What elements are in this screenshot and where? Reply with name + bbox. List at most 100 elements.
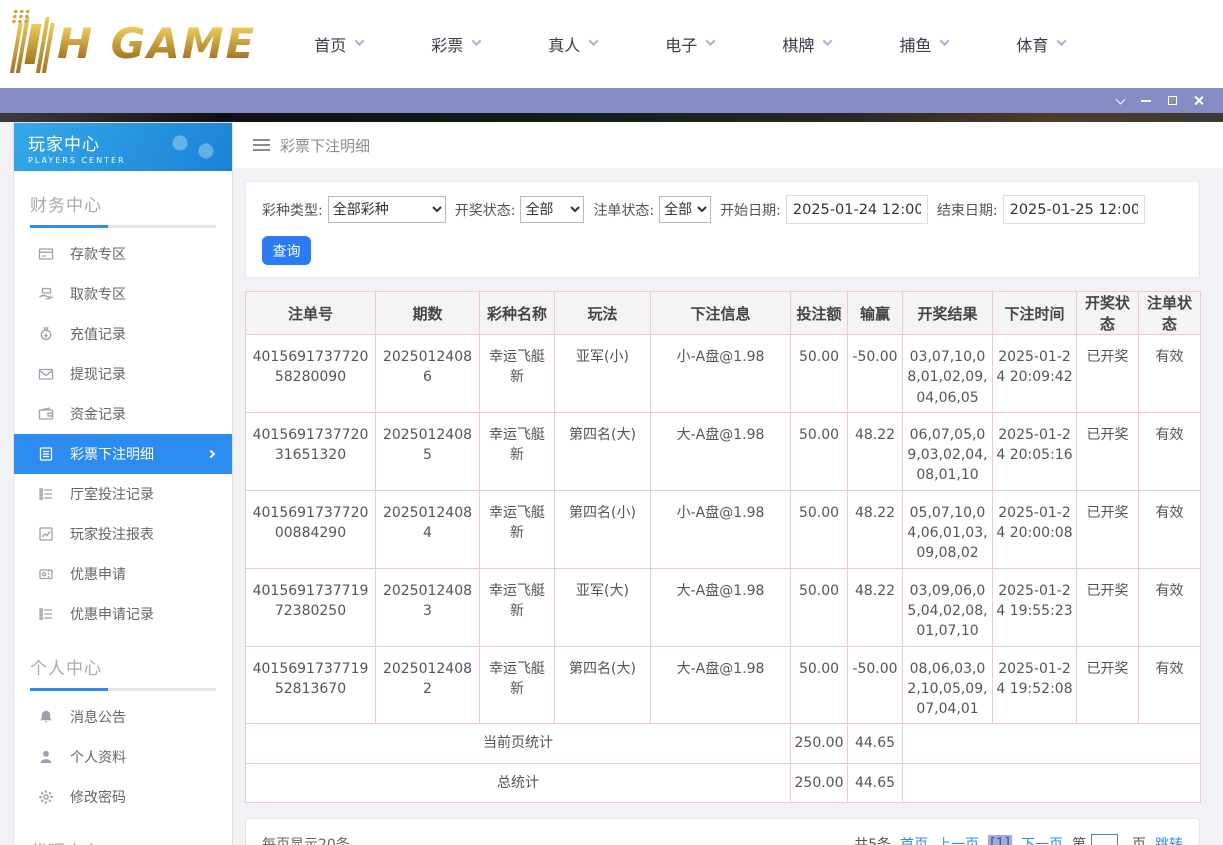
sidebar-item-player-report[interactable]: 玩家投注报表 bbox=[14, 514, 232, 554]
order-status-select[interactable]: 全部 bbox=[659, 196, 712, 223]
window-minimize-icon[interactable] bbox=[1133, 91, 1159, 111]
table-row: 401569173772000884290 20250124084 幸运飞艇新 第四名… bbox=[245, 489, 1201, 569]
table-cell: 20250124086 bbox=[375, 334, 480, 413]
sidebar-section: 财务中心 存款专区 取款专区 充值记录 提现记录 资金记录 彩票下注明细 厅室投注记录 玩家投注… bbox=[14, 191, 232, 634]
end-date-input[interactable] bbox=[1002, 195, 1145, 224]
column-header-3: 玩法 bbox=[554, 291, 651, 335]
start-date-input[interactable] bbox=[785, 195, 928, 224]
first-page-link[interactable]: 首页 bbox=[900, 834, 928, 845]
sidebar-item-funds-record[interactable]: 资金记录 bbox=[14, 394, 232, 434]
sidebar-item-promo-apply[interactable]: 优惠申请 bbox=[14, 554, 232, 594]
table-cell: 48.22 bbox=[847, 567, 903, 647]
sidebar-item-profile[interactable]: 个人资料 bbox=[14, 737, 232, 777]
sidebar-item-label: 彩票下注明细 bbox=[70, 447, 154, 463]
table-row: 401569173772058280090 20250124086 幸运飞艇新 亚军(… bbox=[245, 334, 1201, 413]
sidebar-item-hall-bet-record[interactable]: 厅室投注记录 bbox=[14, 474, 232, 514]
pagination-bar: 每页显示20条 共5条 首页 上一页 [1] 下一页 第 页 跳转 bbox=[245, 818, 1200, 845]
player-report-icon bbox=[38, 526, 54, 542]
table-cell: 50.00 bbox=[790, 489, 848, 569]
table-cell: 50.00 bbox=[790, 411, 848, 491]
section-underline bbox=[30, 688, 216, 691]
table-cell: 401569173771952813670 bbox=[245, 645, 376, 725]
jump-suffix-text: 页 bbox=[1132, 834, 1146, 845]
chevron-down-icon bbox=[354, 35, 365, 46]
sidebar-item-label: 厅室投注记录 bbox=[70, 487, 154, 503]
sidebar-item-label: 资金记录 bbox=[70, 407, 126, 423]
deposit-icon bbox=[38, 246, 54, 262]
lottery-type-label: 彩种类型: bbox=[262, 202, 323, 219]
window-collapse-icon[interactable] bbox=[1107, 91, 1133, 111]
sidebar-item-lottery-bet-detail[interactable]: 彩票下注明细 bbox=[14, 434, 232, 474]
total-count-text: 共5条 bbox=[854, 834, 891, 845]
table-cell: -50.00 bbox=[847, 334, 903, 413]
sidebar-section-title: 代理中心 bbox=[30, 837, 216, 845]
lottery-type-select[interactable]: 全部彩种 bbox=[327, 196, 446, 223]
nav-item-electronic[interactable]: 电子 bbox=[665, 22, 716, 66]
nav-item-fishing[interactable]: 捕鱼 bbox=[899, 22, 950, 66]
table-cell: 50.00 bbox=[790, 334, 848, 413]
table-cell: 第四名(大) bbox=[554, 645, 651, 725]
current-page-badge: [1] bbox=[988, 835, 1012, 845]
table-cell: 50.00 bbox=[790, 567, 848, 647]
table-cell: 2025-01-24 20:09:42 bbox=[992, 334, 1077, 413]
nav-item-sports[interactable]: 体育 bbox=[1016, 22, 1067, 66]
table-cell: -50.00 bbox=[847, 645, 903, 725]
menu-toggle-icon[interactable] bbox=[253, 139, 270, 151]
table-cell: 2025-01-24 19:55:23 bbox=[992, 567, 1077, 647]
column-header-1: 期数 bbox=[375, 291, 480, 335]
column-header-5: 投注额 bbox=[790, 291, 848, 335]
withdraw-icon bbox=[38, 286, 54, 302]
sidebar-subtitle: PLAYERS CENTER bbox=[28, 156, 126, 165]
sidebar-item-recharge-record[interactable]: 充值记录 bbox=[14, 314, 232, 354]
summary-label: 当前页统计 bbox=[245, 723, 791, 764]
sidebar-item-label: 取款专区 bbox=[70, 287, 126, 303]
table-cell: 小-A盘@1.98 bbox=[650, 334, 791, 413]
nav-item-home[interactable]: 首页 bbox=[314, 22, 365, 66]
sidebar-item-notice[interactable]: 消息公告 bbox=[14, 697, 232, 737]
table-cell: 亚军(大) bbox=[554, 567, 651, 647]
sidebar-item-promo-record[interactable]: 优惠申请记录 bbox=[14, 594, 232, 634]
next-page-link[interactable]: 下一页 bbox=[1021, 834, 1063, 845]
table-cell: 401569173772031651320 bbox=[245, 411, 376, 491]
table-cell: 已开奖 bbox=[1076, 645, 1139, 725]
nav-item-label: 捕鱼 bbox=[899, 36, 932, 55]
table-cell: 幸运飞艇新 bbox=[479, 489, 555, 569]
logo[interactable]: H GAME bbox=[9, 9, 256, 73]
sidebar-item-label: 个人资料 bbox=[70, 750, 126, 766]
prev-page-link[interactable]: 上一页 bbox=[937, 834, 979, 845]
draw-status-select[interactable]: 全部 bbox=[520, 196, 585, 223]
window-close-icon[interactable] bbox=[1185, 91, 1211, 111]
search-button[interactable]: 查询 bbox=[262, 236, 311, 265]
window-maximize-icon[interactable] bbox=[1159, 91, 1185, 111]
promo-apply-icon bbox=[38, 566, 54, 582]
sidebar-item-withdraw[interactable]: 取款专区 bbox=[14, 274, 232, 314]
column-header-8: 下注时间 bbox=[992, 291, 1077, 335]
sidebar-item-deposit[interactable]: 存款专区 bbox=[14, 234, 232, 274]
column-header-7: 开奖结果 bbox=[902, 291, 993, 335]
logo-mark-icon bbox=[9, 9, 56, 73]
table-cell: 大-A盘@1.98 bbox=[650, 411, 791, 491]
table-cell: 05,07,10,04,06,01,03,09,08,02 bbox=[902, 489, 993, 569]
nav-item-live[interactable]: 真人 bbox=[548, 22, 599, 66]
content-area: 玩家中心 PLAYERS CENTER 财务中心 存款专区 取款专区 充值记录 提现记录… bbox=[0, 113, 1223, 845]
breadcrumb: 彩票下注明细 bbox=[233, 122, 1223, 168]
filter-panel: 彩种类型: 全部彩种 开奖状态: 全部 注单状态: 全部 开始日期: 2025-… bbox=[245, 181, 1200, 278]
column-header-0: 注单号 bbox=[245, 291, 376, 335]
sidebar-item-password[interactable]: 修改密码 bbox=[14, 777, 232, 817]
sidebar-item-withdrawal-record[interactable]: 提现记录 bbox=[14, 354, 232, 394]
lottery-bet-detail-icon bbox=[38, 446, 54, 462]
jump-page-input[interactable] bbox=[1091, 833, 1118, 845]
nav-item-label: 棋牌 bbox=[782, 36, 815, 55]
nav-item-lottery[interactable]: 彩票 bbox=[431, 22, 482, 66]
nav-item-chess[interactable]: 棋牌 bbox=[782, 22, 833, 66]
sidebar-section-title: 个人中心 bbox=[30, 659, 102, 679]
sidebar-item-label: 优惠申请 bbox=[70, 567, 126, 583]
jump-go-link[interactable]: 跳转 bbox=[1155, 834, 1183, 845]
recharge-record-icon bbox=[38, 326, 54, 342]
table-cell: 401569173771972380250 bbox=[245, 567, 376, 647]
table-cell: 401569173772000884290 bbox=[245, 489, 376, 569]
chevron-down-icon bbox=[939, 35, 950, 46]
table-cell: 已开奖 bbox=[1076, 567, 1139, 647]
bet-table: 注单号 期数 彩种名称 玩法 下注信息 投注额 输赢 开奖结果 下注时间 开奖状态 注单状态 401… bbox=[245, 291, 1201, 804]
sidebar-item-label: 修改密码 bbox=[70, 790, 126, 806]
